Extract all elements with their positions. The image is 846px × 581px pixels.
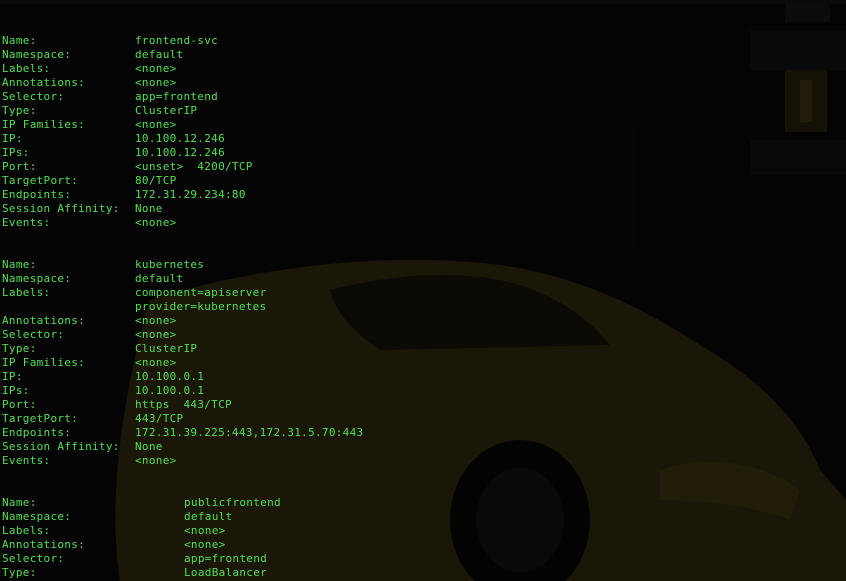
field-label: IP: [2,132,23,145]
field-value: <none> [135,62,177,75]
field-label: Name: [2,496,37,509]
field-label: Session Affinity: [2,202,120,215]
field-value: 10.100.12.246 [135,146,225,159]
field-label: Endpoints: [2,426,72,439]
field-label: Name: [2,34,37,47]
field-label: IP Families: [2,356,86,369]
field-value: 443/TCP [135,412,184,425]
field-label: IPs: [2,384,30,397]
field-value: ClusterIP [135,104,198,117]
field-label: TargetPort: [2,174,79,187]
field-label: Namespace: [2,272,72,285]
field-value: kubernetes [135,258,205,271]
field-label: Type: [2,566,37,579]
field-label: IPs: [2,146,30,159]
field-value: component=apiserver [135,286,267,299]
field-value: provider=kubernetes [135,300,267,313]
field-label: Labels: [2,286,51,299]
field-label: Labels: [2,62,51,75]
field-label: Annotations: [2,314,86,327]
field-value: <none> [135,76,177,89]
field-label: Port: [2,398,37,411]
field-value: <none> [135,314,177,327]
field-value: 10.100.0.1 [135,384,205,397]
field-value: <none> [135,118,177,131]
field-label: Session Affinity: [2,440,120,453]
field-label: TargetPort: [2,412,79,425]
field-label: Events: [2,454,51,467]
field-value: frontend-svc [135,34,219,47]
field-value: https 443/TCP [135,398,232,411]
field-value: 80/TCP [135,174,177,187]
field-label: IP: [2,370,23,383]
field-label: Selector: [2,328,65,341]
field-value: 172.31.29.234:80 [135,188,246,201]
field-value: <none> [184,538,226,551]
field-value: <none> [135,356,177,369]
field-value: ClusterIP [135,342,198,355]
field-value: <none> [184,524,226,537]
field-label: Events: [2,216,51,229]
field-label: Type: [2,104,37,117]
field-value: app=frontend [184,552,268,565]
field-value: 10.100.12.246 [135,132,225,145]
field-value: 10.100.0.1 [135,370,205,383]
field-label: Annotations: [2,538,86,551]
field-label: Type: [2,342,37,355]
field-value: <none> [135,328,177,341]
field-label: Name: [2,258,37,271]
terminal-window[interactable]: Name: frontend-svc Namespace: default Labe… [0,4,846,581]
field-value: default [135,48,184,61]
field-value: default [135,272,184,285]
field-value: app=frontend [135,90,219,103]
field-value: <unset> 4200/TCP [135,160,253,173]
field-label: Labels: [2,524,51,537]
field-value: None [135,440,163,453]
field-value: default [184,510,233,523]
field-label: Namespace: [2,510,72,523]
field-label: Port: [2,160,37,173]
field-label: Annotations: [2,76,86,89]
field-label: Selector: [2,552,65,565]
field-value: publicfrontend [184,496,281,509]
field-value: LoadBalancer [184,566,268,579]
field-value: <none> [135,454,177,467]
field-label: IP Families: [2,118,86,131]
field-label: Endpoints: [2,188,72,201]
field-value: <none> [135,216,177,229]
field-value: None [135,202,163,215]
field-label: Selector: [2,90,65,103]
field-label: Namespace: [2,48,72,61]
field-value: 172.31.39.225:443,172.31.5.70:443 [135,426,364,439]
